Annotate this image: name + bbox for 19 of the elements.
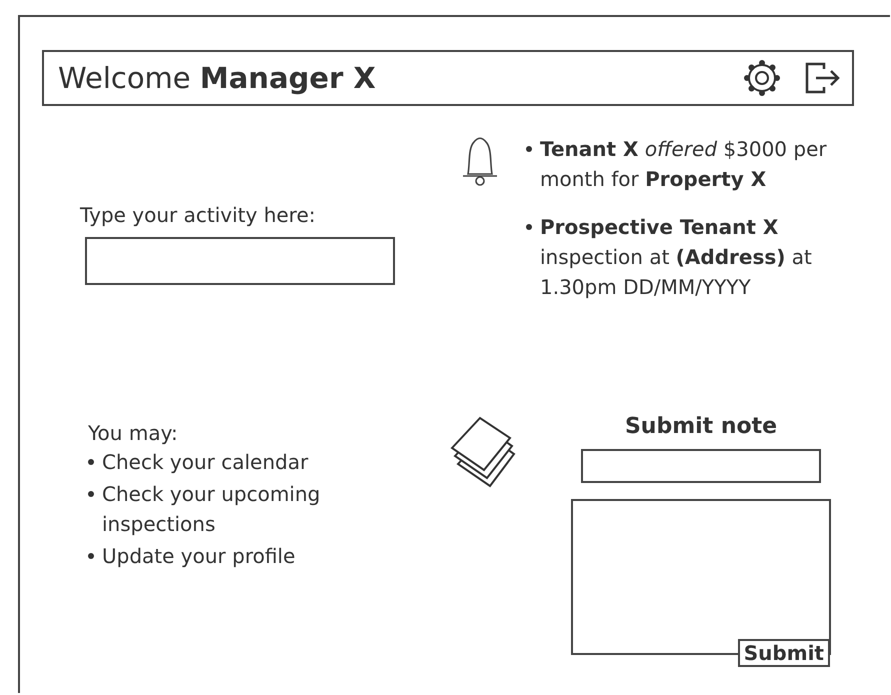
bullet-icon (526, 224, 532, 230)
suggestion-text: Update your profile (102, 543, 296, 570)
bullet-icon (526, 146, 532, 152)
bullet-icon (88, 491, 94, 497)
suggestion-text: Check your calendar (102, 449, 310, 476)
suggestion-text: Check your upcoming inspections (102, 481, 322, 538)
bullet-icon (88, 459, 94, 465)
note-title-input[interactable] (581, 449, 821, 483)
suggestions-heading: You may: (88, 421, 179, 445)
activity-input[interactable] (85, 237, 395, 285)
logout-icon[interactable] (804, 61, 842, 95)
notification-text: Prospective Tenant X inspection at (Address) at 1.30pm DD/MM/YYYY (540, 214, 813, 301)
settings-icon[interactable] (742, 58, 782, 98)
welcome-title: Welcome Manager X (58, 61, 376, 95)
activity-label: Type your activity here: (80, 203, 317, 227)
submit-button[interactable]: Submit (738, 639, 830, 667)
submit-note-title: Submit note (624, 414, 778, 439)
bullet-icon (88, 553, 94, 559)
notification-text: Tenant X offered $3000 per month for Property X (540, 136, 828, 193)
